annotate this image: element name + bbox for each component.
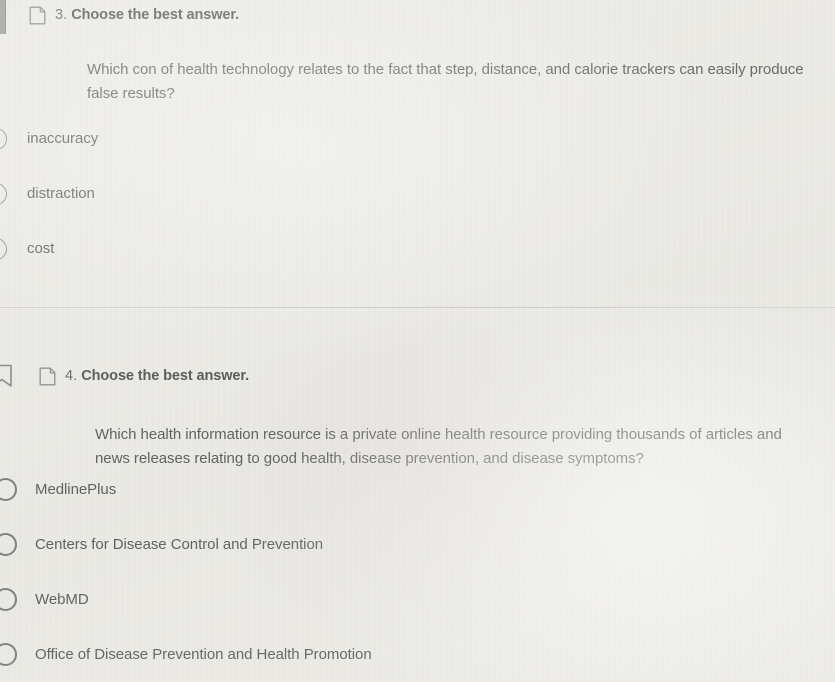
option-row[interactable]: inaccuracy [0,111,835,166]
radio-button-icon[interactable] [0,182,7,205]
question-3-options: inaccuracy distraction cost [0,111,835,276]
bookmark-icon[interactable] [0,364,13,388]
option-label: Office of Disease Prevention and Health … [35,646,372,663]
option-label: WebMD [35,591,89,608]
radio-button-icon[interactable] [0,127,7,150]
radio-button-icon[interactable] [0,478,17,501]
note-page-icon [39,367,56,386]
question-4-title: Choose the best answer. [81,368,250,384]
question-4-header: 4. Choose the best answer. [0,361,835,391]
radio-button-icon[interactable] [0,533,17,556]
option-row[interactable]: distraction [0,166,835,221]
option-label: Centers for Disease Control and Preventi… [35,536,324,553]
question-4-number: 4. [65,368,78,384]
question-4-options: MedlinePlus Centers for Disease Control … [0,462,835,682]
question-card-4: 4. Choose the best answer. Which health … [0,361,835,666]
option-label: inaccuracy [27,130,99,147]
option-row[interactable]: cost [0,221,835,276]
option-row[interactable]: WebMD [0,572,835,627]
option-label: MedlinePlus [35,481,117,498]
question-3-number: 3. [55,7,68,23]
radio-button-icon[interactable] [0,643,17,666]
question-4-stem: Which health information resource is a p… [95,426,782,467]
radio-button-icon[interactable] [0,237,7,260]
left-edge-bar [0,0,6,34]
option-row[interactable]: Office of Disease Prevention and Health … [0,627,835,682]
question-divider [0,307,835,308]
option-label: distraction [27,185,95,202]
option-label: cost [27,240,55,257]
question-3-stem: Which con of health technology relates t… [87,61,804,102]
question-card-3: 3. Choose the best answer. Which con of … [0,0,835,260]
question-3-header: 3. Choose the best answer. [0,0,835,30]
option-row[interactable]: Centers for Disease Control and Preventi… [0,517,835,572]
option-row[interactable]: MedlinePlus [0,462,835,517]
question-3-title: Choose the best answer. [71,7,240,23]
radio-button-icon[interactable] [0,588,17,611]
note-page-icon [29,6,46,25]
